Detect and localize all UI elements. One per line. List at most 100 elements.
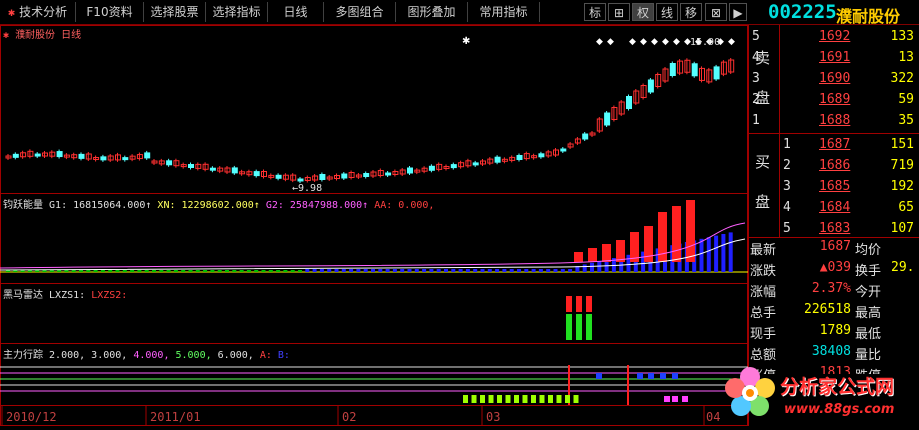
- menu-select-stock[interactable]: 选择股票: [144, 2, 206, 22]
- candle-body: [166, 160, 173, 166]
- ob-level: 5: [752, 29, 760, 44]
- ob-price: 1692: [819, 29, 851, 44]
- stat-label: 换手: [855, 264, 882, 279]
- menu-f10[interactable]: F10资料: [76, 2, 144, 22]
- stat-row-current: 现手 1789 最低: [749, 323, 919, 343]
- low-price-annotation: ←9.98: [292, 183, 323, 194]
- horse-green-bar: [576, 314, 582, 340]
- candle-body: [144, 152, 151, 159]
- energy-red-bar: [574, 252, 583, 262]
- ob-price: 1688: [819, 113, 851, 128]
- move-icon[interactable]: 移: [680, 3, 702, 21]
- grid-icon[interactable]: ⊞: [608, 3, 630, 21]
- ob-level: 1: [783, 137, 791, 152]
- energy-bar: [371, 269, 375, 272]
- energy-red-bar: [588, 248, 597, 262]
- candle-body: [713, 66, 720, 80]
- energy-bar: [429, 269, 434, 272]
- watermark: 分析家公式网 www.88gs.com: [722, 360, 919, 426]
- menu-daily-line[interactable]: 日线: [268, 2, 324, 22]
- mainforce-green-square: [556, 395, 562, 403]
- mainforce-green-square: [471, 395, 477, 403]
- watermark-name: 分析家公式网: [780, 376, 895, 398]
- horse-red-bar: [586, 296, 592, 312]
- candle-body: [494, 156, 501, 163]
- candle-body: [560, 148, 567, 152]
- menu-common-indicators[interactable]: 常用指标: [468, 2, 540, 22]
- menu-select-indicator[interactable]: 选择指标: [206, 2, 268, 22]
- close-box-icon[interactable]: ⊠: [705, 3, 727, 21]
- energy-bar: [546, 269, 551, 272]
- diamond-marker: ◆: [728, 37, 735, 47]
- diamond-marker: ◆: [662, 37, 669, 47]
- energy-bar: [130, 270, 135, 272]
- candle-body: [275, 174, 282, 179]
- line-icon[interactable]: 线: [656, 3, 678, 21]
- energy-bar: [458, 269, 463, 272]
- mainforce-green-square: [463, 395, 468, 403]
- chart-frame: [0, 25, 748, 426]
- stat-row-change: 涨跌 ▲039 换手 29.: [749, 260, 919, 280]
- menu-multi-chart[interactable]: 多图组合: [324, 2, 396, 22]
- stock-label: 濮耐股份: [15, 30, 56, 41]
- order-book-row: 5 1683 107: [749, 219, 919, 240]
- chart-area[interactable]: ✱ ◆ ◆ ◆ ◆ ◆ ◆ ◆ ◆ ◆ ◆ ◆ ◆ ✱ 濮耐股份 日线 ←9.98 15.00 钧跃能量…: [0, 25, 748, 426]
- star-marker: ✱: [462, 36, 470, 47]
- chart-svg[interactable]: ✱ ◆ ◆ ◆ ◆ ◆ ◆ ◆ ◆ ◆ ◆ ◆ ◆: [0, 25, 748, 426]
- menu-overlay[interactable]: 图形叠加: [396, 2, 468, 22]
- play-icon[interactable]: ▶: [729, 3, 747, 21]
- mainforce-green-square: [565, 395, 570, 403]
- mainforce-green-square: [531, 395, 536, 403]
- energy-bar: [261, 270, 266, 272]
- stat-label: 涨跌: [750, 264, 777, 279]
- energy-bar: [407, 269, 412, 272]
- energy-bar: [64, 270, 69, 272]
- mainforce-p6: 6.000,: [217, 350, 254, 361]
- candle-body: [604, 112, 611, 126]
- order-book-row: 2 1686 719: [749, 156, 919, 177]
- mainforce-title: 主力行踪: [3, 350, 43, 361]
- energy-bar: [517, 269, 521, 272]
- horse-title: 黑马雷达: [3, 290, 43, 301]
- candle-body: [100, 156, 107, 161]
- energy-bar: [188, 270, 193, 272]
- energy-bar: [100, 270, 105, 272]
- candle-body: [341, 173, 348, 179]
- ob-price: 1685: [819, 179, 851, 194]
- energy-bar: [276, 270, 281, 272]
- diamond-marker: ◆: [651, 37, 658, 47]
- order-book-row: 5 1692 133: [749, 27, 919, 48]
- energy-bar: [137, 270, 142, 272]
- energy-bar: [502, 269, 507, 272]
- mainforce-pink-square: [672, 396, 678, 402]
- stat-label: 最高: [855, 306, 882, 321]
- ob-volume: 107: [890, 221, 914, 236]
- mainforce-blue-square: [648, 373, 654, 379]
- energy-bar: [392, 269, 397, 272]
- toolbar: ✱ 技术分析 F10资料 选择股票 选择指标 日线 多图组合 图形叠加 常用指标…: [0, 0, 919, 26]
- energy-g1: G1: 16815064.000↑: [49, 200, 152, 211]
- mainforce-a: A:: [259, 350, 272, 361]
- energy-bar: [159, 270, 164, 272]
- mainforce-blue-square: [596, 373, 602, 379]
- horse-indicator-title: 黑马雷达 LXZS1: LXZS2:: [3, 286, 127, 301]
- energy-bar: [122, 270, 127, 272]
- energy-g2: G2: 25847988.000↑: [265, 200, 369, 211]
- energy-bar: [509, 269, 514, 272]
- energy-bar: [414, 269, 419, 272]
- candle-body: [669, 63, 676, 76]
- energy-bar: [57, 270, 62, 272]
- stat-row-total: 总手 226518 最高: [749, 302, 919, 322]
- ob-level: 2: [752, 92, 760, 107]
- energy-bar: [327, 269, 332, 272]
- candle-body: [253, 171, 260, 177]
- period-label: 日线: [61, 30, 82, 41]
- order-book-row: 4 1684 65: [749, 198, 919, 219]
- rights-icon[interactable]: 权: [632, 3, 654, 21]
- energy-bar: [349, 269, 354, 272]
- diamond-marker: ◆: [629, 37, 636, 47]
- energy-bar: [254, 270, 259, 272]
- mark-icon[interactable]: 标: [584, 3, 606, 21]
- horse-radar-series: [566, 296, 592, 340]
- menu-technical-analysis[interactable]: ✱ 技术分析: [0, 2, 76, 22]
